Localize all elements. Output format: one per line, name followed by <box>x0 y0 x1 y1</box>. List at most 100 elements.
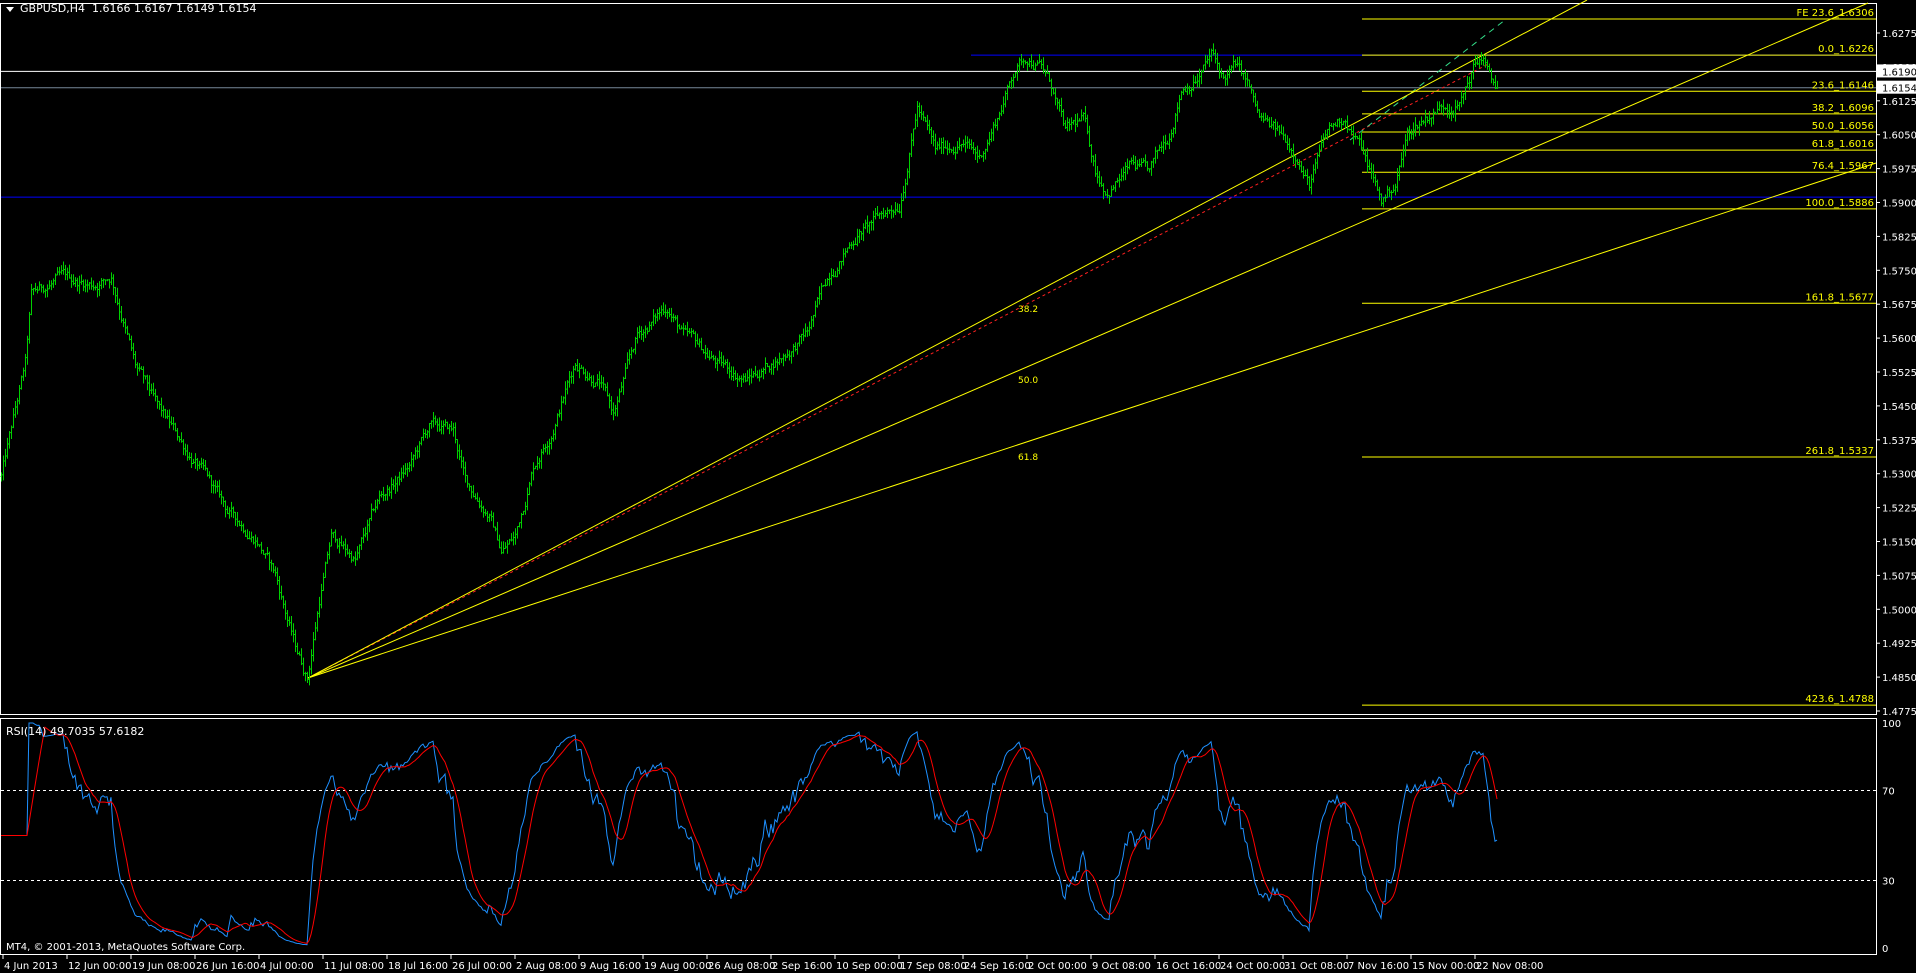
price-bar <box>646 327 649 335</box>
price-bar <box>154 388 157 402</box>
fib-fan: 38.2 50.0 61.8 <box>307 0 1877 679</box>
price-bar <box>1220 68 1223 78</box>
price-bar <box>732 366 735 382</box>
price-bar <box>1212 43 1215 56</box>
price-bar <box>186 444 189 461</box>
price-bar <box>1462 93 1465 105</box>
price-bar <box>898 203 901 214</box>
price-bar <box>976 145 979 163</box>
price-bar <box>500 541 503 555</box>
price-bar <box>252 536 255 545</box>
price-bar <box>330 528 333 547</box>
time-tick-label: 7 Nov 16:00 <box>1348 961 1409 972</box>
price-bar <box>1178 94 1181 113</box>
price-bar <box>650 321 653 330</box>
price-bar <box>1260 112 1263 122</box>
price-bar <box>920 105 923 120</box>
time-tick-label: 24 Sep 16:00 <box>964 961 1031 972</box>
price-bar <box>618 388 621 403</box>
price-bar <box>458 444 461 461</box>
price-bar <box>1394 183 1397 196</box>
price-bar <box>1168 133 1171 150</box>
price-bar <box>946 140 949 156</box>
price-bar <box>802 328 805 342</box>
price-bar <box>760 368 763 378</box>
price-bar <box>712 354 715 361</box>
price-bar <box>678 324 681 330</box>
price-bar <box>184 443 187 456</box>
price-bar <box>610 396 613 416</box>
price-bar <box>586 371 589 382</box>
price-bar <box>374 499 377 513</box>
price-bar <box>1060 97 1063 117</box>
price-bar <box>36 286 39 294</box>
price-bar <box>1256 100 1259 114</box>
price-bar <box>1146 161 1149 172</box>
time-tick-label: 16 Oct 16:00 <box>1156 961 1221 972</box>
price-bar <box>524 501 527 515</box>
price-bar <box>236 512 239 527</box>
price-bar <box>1324 129 1327 139</box>
price-bar <box>468 483 471 492</box>
price-bar <box>924 116 927 123</box>
price-bar <box>268 551 271 571</box>
price-tick-label: 1.5000 <box>1882 605 1916 616</box>
price-bar <box>1286 135 1289 151</box>
high-value: 1.6167 <box>133 2 173 15</box>
price-bar <box>1026 61 1029 71</box>
price-bar <box>1150 160 1153 176</box>
price-bar <box>464 461 467 483</box>
time-tick-label: 24 Oct 00:00 <box>1220 961 1285 972</box>
price-bar <box>44 288 47 298</box>
time-axis: 4 Jun 2013 12 Jun 00:00 19 Jun 08:00 26 Jun… <box>2 955 1543 972</box>
price-bar <box>10 425 13 440</box>
price-bar <box>322 572 325 592</box>
dropdown-triangle-icon[interactable] <box>6 6 14 12</box>
fan-line <box>307 0 1588 679</box>
price-bar <box>1358 134 1361 146</box>
price-bar <box>388 486 391 497</box>
price-bar <box>884 210 887 217</box>
time-tick-label: 9 Oct 08:00 <box>1092 961 1151 972</box>
main-pane-border <box>0 3 1877 715</box>
price-bar <box>1138 158 1141 168</box>
price-bar <box>1116 177 1119 183</box>
price-bar <box>440 420 443 435</box>
price-bar <box>1272 120 1275 130</box>
price-bar <box>598 371 601 390</box>
price-bar <box>838 261 841 275</box>
price-bar <box>940 137 943 154</box>
price-bar <box>726 358 729 374</box>
price-bar <box>1180 90 1183 101</box>
price-bar <box>862 223 865 242</box>
price-bar <box>856 228 859 247</box>
price-bar <box>942 137 945 155</box>
price-bar <box>478 497 481 509</box>
price-bar <box>60 265 63 275</box>
price-bar <box>1096 166 1099 184</box>
price-bar <box>378 490 381 505</box>
price-bar <box>754 365 757 377</box>
price-bar <box>256 537 259 547</box>
price-bar <box>928 119 931 134</box>
price-bar <box>1002 96 1005 114</box>
price-bar <box>1400 152 1403 168</box>
rsi-pane-border <box>0 718 1877 955</box>
price-bar <box>162 405 165 418</box>
price-bar <box>304 671 307 682</box>
price-bar <box>164 408 167 419</box>
price-bar <box>998 111 1001 121</box>
price-bar <box>578 363 581 379</box>
time-tick-label: 19 Aug 00:00 <box>644 961 711 972</box>
price-bar <box>576 359 579 372</box>
price-bar <box>1364 149 1367 163</box>
price-bar <box>30 283 33 316</box>
chart-canvas[interactable]: 38.2 50.0 61.8 FE 23.6_1.6306 0.0_1.6226 23.… <box>0 0 1916 973</box>
price-bar <box>452 422 455 437</box>
price-bar <box>584 368 587 381</box>
price-bar <box>808 321 811 336</box>
price-bar <box>534 465 537 470</box>
price-bar <box>1374 174 1377 187</box>
price-bar <box>302 657 305 676</box>
price-bar <box>50 280 53 291</box>
